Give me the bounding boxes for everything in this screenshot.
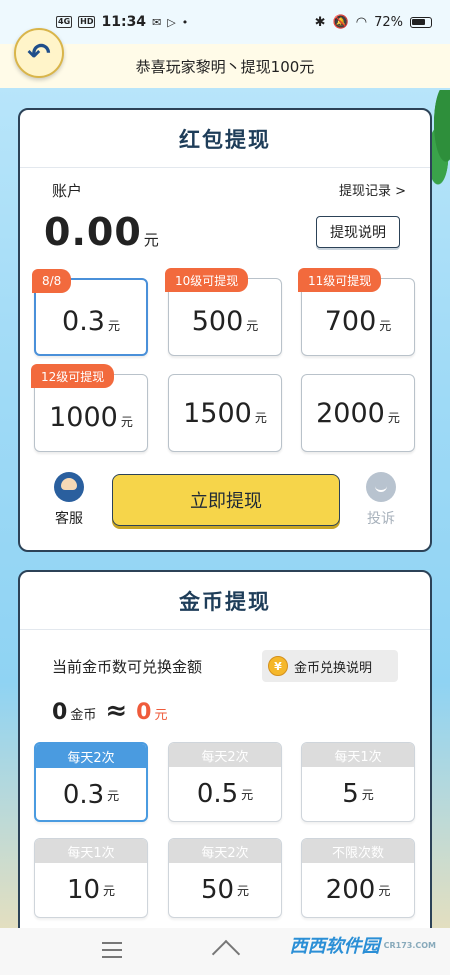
option-unit: 元 bbox=[254, 410, 267, 425]
coin-explain-label: 金币兑换说明 bbox=[294, 660, 373, 676]
option-unit: 元 bbox=[107, 318, 120, 333]
option-unit: 元 bbox=[378, 883, 391, 898]
option-amount: 0.5 bbox=[196, 779, 239, 809]
option-amount: 5 bbox=[342, 779, 359, 809]
option-amount: 2000 bbox=[316, 397, 385, 429]
option-amount: 1500 bbox=[183, 397, 252, 429]
home-icon[interactable] bbox=[213, 940, 239, 960]
option-limit: 每天2次 bbox=[169, 743, 281, 767]
balance-value: 0.00 bbox=[44, 210, 142, 254]
option-unit: 元 bbox=[120, 414, 133, 429]
option-unit: 元 bbox=[387, 410, 400, 425]
marquee-text: 恭喜玩家黎明丶提现100元 bbox=[135, 57, 315, 76]
approx-sign: ≈ bbox=[105, 696, 128, 726]
customer-service-button[interactable]: 客服 bbox=[54, 472, 84, 528]
notification-icon: ✉ bbox=[152, 15, 162, 29]
withdraw-record-link[interactable]: 提现记录 > bbox=[339, 180, 406, 199]
withdraw-explain-button[interactable]: 提现说明 bbox=[316, 216, 400, 248]
wifi-icon: ◠ bbox=[355, 14, 368, 30]
option-tag: 12级可提现 bbox=[31, 364, 115, 388]
hd-indicator: HD bbox=[78, 16, 96, 28]
coin-unit: 金币 bbox=[70, 708, 97, 723]
option-tag: 11级可提现 bbox=[298, 268, 382, 292]
status-bar: 4G HD 11:34 ✉ ▷ • ✱ 🔕 ◠ 72% bbox=[0, 0, 450, 44]
option-amount: 1000 bbox=[49, 401, 118, 433]
redpacket-option-6[interactable]: 2000 元 bbox=[301, 374, 415, 452]
coin-option-2[interactable]: 每天2次 0.5 元 bbox=[168, 742, 282, 822]
coin-explain-button[interactable]: ¥ 金币兑换说明 bbox=[262, 650, 398, 682]
complaint-button[interactable]: 投诉 bbox=[366, 472, 396, 528]
coin-option-5[interactable]: 每天2次 50 元 bbox=[168, 838, 282, 918]
option-unit: 元 bbox=[241, 787, 254, 802]
more-dots-icon: • bbox=[181, 15, 189, 29]
option-unit: 元 bbox=[361, 787, 374, 802]
bluetooth-icon: ✱ bbox=[314, 14, 326, 30]
option-amount: 500 bbox=[191, 305, 244, 337]
coin-money-unit: 元 bbox=[154, 708, 168, 723]
battery-percent: 72% bbox=[374, 14, 403, 30]
option-amount: 10 bbox=[66, 875, 101, 905]
network-indicator: 4G bbox=[56, 16, 73, 28]
coin-option-1[interactable]: 每天2次 0.3 元 bbox=[34, 742, 148, 822]
option-limit: 每天1次 bbox=[35, 839, 147, 863]
option-tag: 10级可提现 bbox=[165, 268, 249, 292]
back-arrow-icon: ↶ bbox=[27, 36, 51, 70]
option-unit: 元 bbox=[246, 318, 259, 333]
option-amount: 0.3 bbox=[62, 305, 105, 337]
watermark-name: 西西软件园 bbox=[289, 936, 380, 957]
complaint-icon bbox=[366, 472, 396, 502]
option-amount: 200 bbox=[325, 875, 376, 905]
watermark: 西西软件园 CR173.COM bbox=[290, 932, 436, 958]
option-limit: 每天2次 bbox=[36, 744, 146, 768]
option-limit: 不限次数 bbox=[302, 839, 414, 863]
headset-icon bbox=[54, 472, 84, 502]
battery-icon bbox=[410, 16, 432, 28]
redpacket-option-3[interactable]: 11级可提现 700 元 bbox=[298, 268, 415, 356]
coin-count: 0 bbox=[52, 700, 68, 725]
coin-option-4[interactable]: 每天1次 10 元 bbox=[34, 838, 148, 918]
option-amount: 50 bbox=[200, 875, 235, 905]
coin-rate: 0 金币 ≈ 0 元 bbox=[52, 696, 167, 726]
balance-unit: 元 bbox=[143, 231, 159, 249]
balance: 0.00 元 bbox=[44, 210, 159, 254]
mute-icon: 🔕 bbox=[332, 14, 349, 30]
option-unit: 元 bbox=[379, 318, 392, 333]
redpacket-title: 红包提现 bbox=[20, 110, 430, 168]
option-limit: 每天1次 bbox=[302, 743, 414, 767]
coin-option-3[interactable]: 每天1次 5元 bbox=[301, 742, 415, 822]
redpacket-option-1[interactable]: 8/8 0.3 元 bbox=[32, 269, 148, 356]
menu-icon[interactable] bbox=[102, 942, 122, 958]
customer-service-label: 客服 bbox=[55, 511, 83, 527]
option-tag: 8/8 bbox=[32, 269, 72, 293]
option-unit: 元 bbox=[107, 788, 120, 803]
option-unit: 元 bbox=[237, 883, 250, 898]
redpacket-card: 红包提现 账户 提现记录 > 0.00 元 提现说明 8/8 0.3 元 10级可… bbox=[18, 108, 432, 552]
redpacket-option-4[interactable]: 12级可提现 1000 元 bbox=[31, 364, 148, 452]
clock: 11:34 bbox=[101, 14, 147, 30]
redpacket-option-5[interactable]: 1500 元 bbox=[168, 374, 282, 452]
winner-marquee: 恭喜玩家黎明丶提现100元 bbox=[0, 44, 450, 88]
watermark-url: CR173.COM bbox=[383, 940, 436, 950]
complaint-label: 投诉 bbox=[367, 511, 395, 527]
withdraw-now-button[interactable]: 立即提现 bbox=[112, 474, 340, 526]
coin-title: 金币提现 bbox=[20, 572, 430, 630]
coin-icon: ¥ bbox=[268, 656, 288, 676]
coin-desc: 当前金币数可兑换金额 bbox=[52, 658, 203, 676]
coin-option-6[interactable]: 不限次数 200 元 bbox=[301, 838, 415, 918]
option-limit: 每天2次 bbox=[169, 839, 281, 863]
coin-money: 0 bbox=[136, 700, 152, 725]
account-label: 账户 bbox=[52, 182, 83, 200]
coin-card: 金币提现 当前金币数可兑换金额 ¥ 金币兑换说明 0 金币 ≈ 0 元 每天2次… bbox=[18, 570, 432, 940]
option-unit: 元 bbox=[103, 883, 116, 898]
option-amount: 0.3 bbox=[62, 780, 105, 810]
back-button[interactable]: ↶ bbox=[14, 28, 64, 78]
redpacket-option-2[interactable]: 10级可提现 500 元 bbox=[165, 268, 282, 356]
play-icon: ▷ bbox=[167, 15, 176, 29]
option-amount: 700 bbox=[324, 305, 377, 337]
